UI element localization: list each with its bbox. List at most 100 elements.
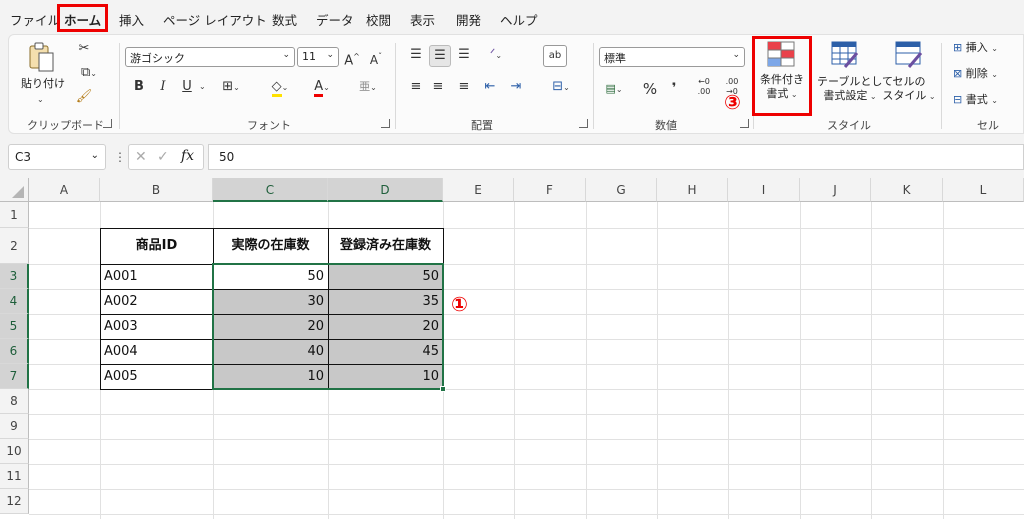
merge-center-icon[interactable]: ⊟⌄	[543, 77, 579, 98]
gridline	[29, 439, 1024, 440]
alignment-launcher-icon[interactable]	[579, 119, 588, 128]
worksheet[interactable]: ABCDEFGHIJKL 1 2 3 4 5 6 7 8 9 10 11 12 商品ID 実際の在庫数登…	[0, 178, 1024, 519]
column-header-c[interactable]: C	[213, 178, 328, 202]
align-right-icon[interactable]: ≡	[455, 77, 473, 97]
table-header-cell[interactable]: 実際の在庫数	[213, 228, 328, 264]
decrease-indent-icon[interactable]: ⇤	[481, 77, 499, 97]
format-painter-icon[interactable]: 🖌	[75, 87, 93, 107]
paste-label[interactable]: 貼り付け	[21, 77, 65, 90]
cell-styles-label[interactable]: セルの	[885, 75, 933, 88]
column-header-k[interactable]: K	[871, 178, 943, 202]
row-header-7[interactable]: 7	[0, 364, 29, 389]
row-header-2[interactable]: 2	[0, 228, 29, 264]
grow-font-button[interactable]: A^	[343, 47, 361, 71]
phonetic-icon[interactable]: 亜⌄	[353, 77, 383, 98]
row-header-4[interactable]: 4	[0, 289, 29, 314]
paste-icon[interactable]	[27, 41, 57, 75]
align-middle-icon[interactable]: ☰	[429, 45, 451, 67]
format-as-table-label[interactable]: テーブルとして	[817, 75, 893, 88]
italic-button[interactable]: I	[155, 77, 171, 97]
name-box[interactable]: C3 ⌄	[8, 144, 106, 170]
align-bottom-icon[interactable]: ☰	[455, 45, 473, 65]
fill-handle[interactable]	[440, 386, 446, 392]
cancel-icon[interactable]: ✕	[135, 149, 147, 165]
formula-input[interactable]: 50	[208, 144, 1024, 170]
format-as-table-icon[interactable]	[831, 41, 859, 69]
tab-file[interactable]: ファイル	[10, 10, 60, 29]
delete-cells-button[interactable]: ⊠ 削除 ⌄	[953, 67, 998, 81]
clipboard-launcher-icon[interactable]	[103, 119, 112, 128]
table-cell[interactable]: A001	[100, 264, 213, 289]
tab-review[interactable]: 校閲	[366, 10, 391, 29]
align-left-icon[interactable]: ≡	[407, 77, 425, 97]
fill-color-icon[interactable]: ◇⌄	[265, 77, 295, 98]
tab-insert[interactable]: 挿入	[119, 10, 144, 29]
row-header-1[interactable]: 1	[0, 202, 29, 228]
select-all-corner[interactable]	[0, 178, 29, 202]
table-header-cell[interactable]: 商品ID	[100, 228, 213, 264]
row-header-12[interactable]: 12	[0, 489, 29, 514]
row-header-11[interactable]: 11	[0, 464, 29, 489]
insert-cells-button[interactable]: ⊞ 挿入 ⌄	[953, 41, 998, 55]
column-header-f[interactable]: F	[514, 178, 586, 202]
underline-dropdown-icon[interactable]: ⌄	[199, 77, 206, 97]
align-top-icon[interactable]: ☰	[407, 45, 425, 65]
gridline	[586, 202, 587, 519]
column-header-e[interactable]: E	[443, 178, 514, 202]
number-format-select[interactable]: 標準 ⌄	[599, 47, 745, 67]
paste-dropdown-icon[interactable]: ⌄	[37, 93, 44, 106]
row-header-10[interactable]: 10	[0, 439, 29, 464]
tab-developer[interactable]: 開発	[456, 10, 481, 29]
column-header-b[interactable]: B	[100, 178, 213, 202]
underline-button[interactable]: U	[179, 77, 195, 97]
table-header-cell[interactable]: 登録済み在庫数	[328, 228, 443, 264]
wrap-text-button[interactable]: ab	[543, 45, 567, 67]
column-header-i[interactable]: I	[728, 178, 800, 202]
cell-styles-icon[interactable]	[895, 41, 923, 69]
format-cells-button[interactable]: ⊟ 書式 ⌄	[953, 93, 998, 107]
shrink-font-button[interactable]: Aˇ	[367, 47, 385, 70]
column-header-l[interactable]: L	[943, 178, 1024, 202]
percent-button[interactable]: %	[641, 79, 659, 99]
borders-icon[interactable]: ⊞⌄	[219, 77, 243, 98]
format-as-table-label-2[interactable]: 書式設定 ⌄	[817, 89, 883, 103]
row-header-8[interactable]: 8	[0, 389, 29, 414]
column-header-a[interactable]: A	[29, 178, 100, 202]
tab-page-layout[interactable]: ページ レイアウト	[163, 10, 267, 29]
cell-styles-label-2[interactable]: スタイル ⌄	[881, 89, 937, 103]
tab-help[interactable]: ヘルプ	[500, 10, 538, 29]
tab-data[interactable]: データ	[316, 10, 354, 29]
font-name-select[interactable]: 游ゴシック ⌄	[125, 47, 295, 67]
table-cell[interactable]: A005	[100, 364, 213, 389]
column-header-j[interactable]: J	[800, 178, 871, 202]
column-header-h[interactable]: H	[657, 178, 728, 202]
font-size-select[interactable]: 11 ⌄	[297, 47, 339, 67]
table-cell[interactable]: A003	[100, 314, 213, 339]
bold-button[interactable]: B	[131, 77, 147, 97]
row-header-5[interactable]: 5	[0, 314, 29, 339]
table-cell[interactable]: A002	[100, 289, 213, 314]
align-center-icon[interactable]: ≡	[429, 77, 447, 97]
row-header-3[interactable]: 3	[0, 264, 29, 289]
cut-icon[interactable]: ✂	[75, 39, 93, 59]
column-header-d[interactable]: D	[328, 178, 443, 202]
more-options-icon[interactable]: ⋮	[114, 150, 126, 164]
highlight-conditional-formatting	[752, 36, 812, 116]
orientation-icon[interactable]: ᐟ⌄	[481, 45, 511, 66]
increase-decimal-button[interactable]: ←0 .00	[693, 77, 715, 97]
insert-function-button[interactable]: fx	[181, 148, 194, 164]
number-launcher-icon[interactable]	[740, 119, 749, 128]
column-header-g[interactable]: G	[586, 178, 657, 202]
increase-indent-icon[interactable]: ⇥	[507, 77, 525, 97]
comma-button[interactable]: ❜	[667, 79, 681, 99]
accounting-format-icon[interactable]: ▤⌄	[599, 79, 629, 100]
font-launcher-icon[interactable]	[381, 119, 390, 128]
row-header-6[interactable]: 6	[0, 339, 29, 364]
font-color-button[interactable]: A⌄	[305, 77, 339, 98]
row-header-9[interactable]: 9	[0, 414, 29, 439]
tab-formulas[interactable]: 数式	[272, 10, 297, 29]
tab-view[interactable]: 表示	[410, 10, 435, 29]
copy-icon[interactable]: ⧉⌄	[75, 63, 103, 84]
enter-icon[interactable]: ✓	[157, 149, 169, 165]
table-cell[interactable]: A004	[100, 339, 213, 364]
